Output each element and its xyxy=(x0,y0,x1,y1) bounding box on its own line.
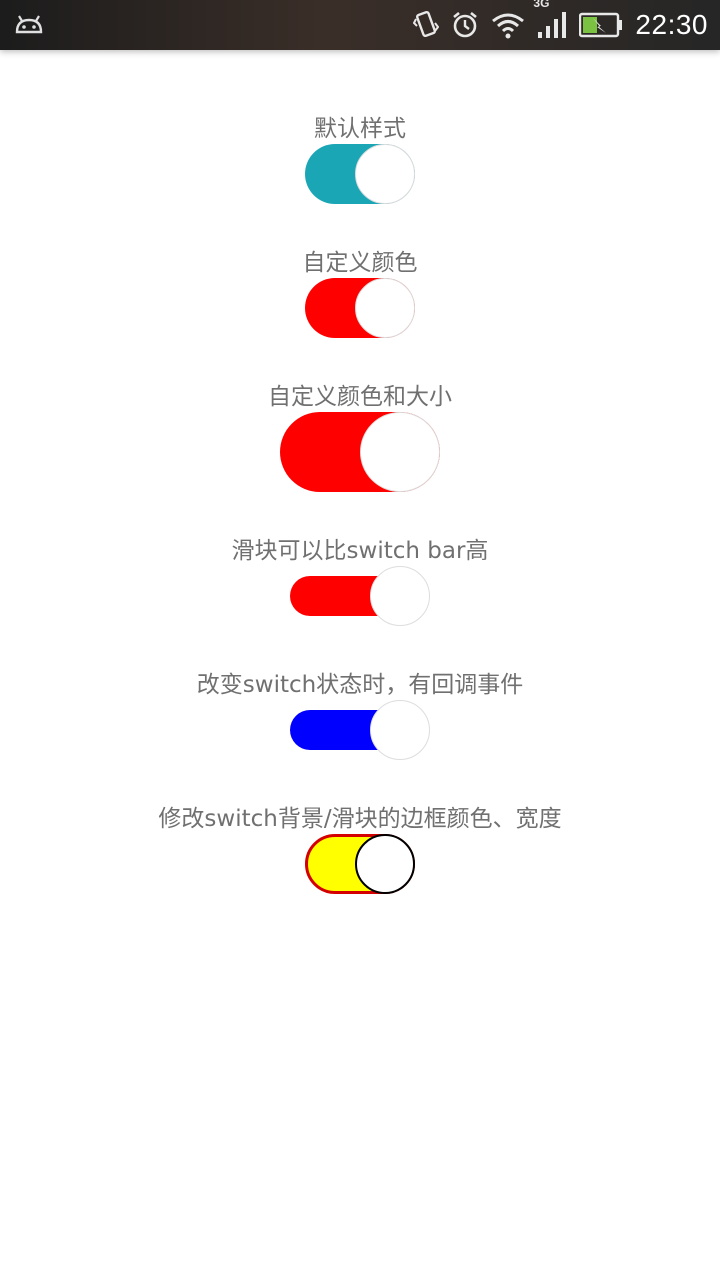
default-switch[interactable] xyxy=(305,144,415,204)
wifi-icon xyxy=(491,11,525,39)
switch-item-border: 修改switch背景/滑块的边框颜色、宽度 xyxy=(0,804,720,894)
switch-label: 修改switch背景/滑块的边框颜色、宽度 xyxy=(158,806,562,832)
switch-item-custom-color-size: 自定义颜色和大小 xyxy=(0,382,720,492)
switch-thumb xyxy=(355,144,415,204)
switch-thumb xyxy=(355,834,415,894)
switch-thumb xyxy=(370,700,430,760)
switch-thumb xyxy=(370,566,430,626)
switch-item-tall-thumb: 滑块可以比switch bar高 xyxy=(0,536,720,626)
tall-thumb-switch[interactable] xyxy=(290,566,430,626)
custom-color-switch[interactable] xyxy=(305,278,415,338)
custom-color-size-switch[interactable] xyxy=(280,412,440,492)
switch-label: 滑块可以比switch bar高 xyxy=(231,538,489,564)
switch-item-default: 默认样式 xyxy=(0,114,720,204)
battery-charging-icon xyxy=(579,12,623,38)
border-switch[interactable] xyxy=(305,834,415,894)
android-icon xyxy=(14,10,44,38)
switch-label: 自定义颜色 xyxy=(302,250,418,276)
switch-label: 默认样式 xyxy=(314,116,406,142)
switch-item-custom-color: 自定义颜色 xyxy=(0,248,720,338)
status-bar: 3G 22:30 xyxy=(0,0,720,50)
switch-item-callback: 改变switch状态时，有回调事件 xyxy=(0,670,720,760)
callback-switch[interactable] xyxy=(290,700,430,760)
signal-icon: 3G xyxy=(533,0,567,40)
vibrate-icon xyxy=(413,9,440,41)
switch-thumb xyxy=(355,278,415,338)
switch-thumb xyxy=(360,412,440,492)
switch-label: 改变switch状态时，有回调事件 xyxy=(196,672,524,698)
alarm-icon xyxy=(451,11,479,39)
clock: 22:30 xyxy=(635,9,708,40)
switch-label: 自定义颜色和大小 xyxy=(268,384,452,410)
network-type-label: 3G xyxy=(533,0,550,10)
